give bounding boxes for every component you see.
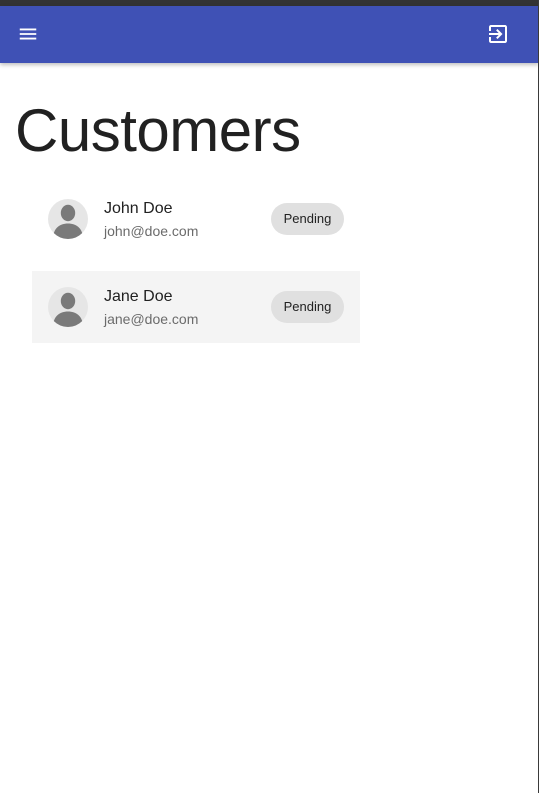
avatar bbox=[48, 199, 88, 239]
avatar bbox=[48, 287, 88, 327]
person-icon bbox=[53, 292, 83, 327]
menu-button[interactable] bbox=[15, 21, 41, 47]
status-chip[interactable]: Pending bbox=[271, 203, 344, 235]
app-window: Customers John Doe john@doe.com Pending … bbox=[0, 0, 539, 793]
status-chip[interactable]: Pending bbox=[271, 291, 344, 323]
customer-email: john@doe.com bbox=[104, 223, 199, 239]
person-icon bbox=[53, 204, 83, 239]
customer-name: Jane Doe bbox=[104, 288, 173, 305]
logout-button[interactable] bbox=[485, 21, 511, 47]
customer-name: John Doe bbox=[104, 200, 173, 217]
page-title: Customers bbox=[15, 97, 301, 164]
customer-list: John Doe john@doe.com Pending Jane Doe j… bbox=[32, 183, 360, 359]
customer-list-item[interactable]: Jane Doe jane@doe.com Pending bbox=[32, 271, 360, 343]
menu-icon bbox=[19, 28, 37, 40]
app-bar bbox=[0, 6, 538, 63]
customer-list-item[interactable]: John Doe john@doe.com Pending bbox=[32, 183, 360, 255]
customer-email: jane@doe.com bbox=[104, 311, 199, 327]
logout-icon bbox=[489, 25, 507, 43]
